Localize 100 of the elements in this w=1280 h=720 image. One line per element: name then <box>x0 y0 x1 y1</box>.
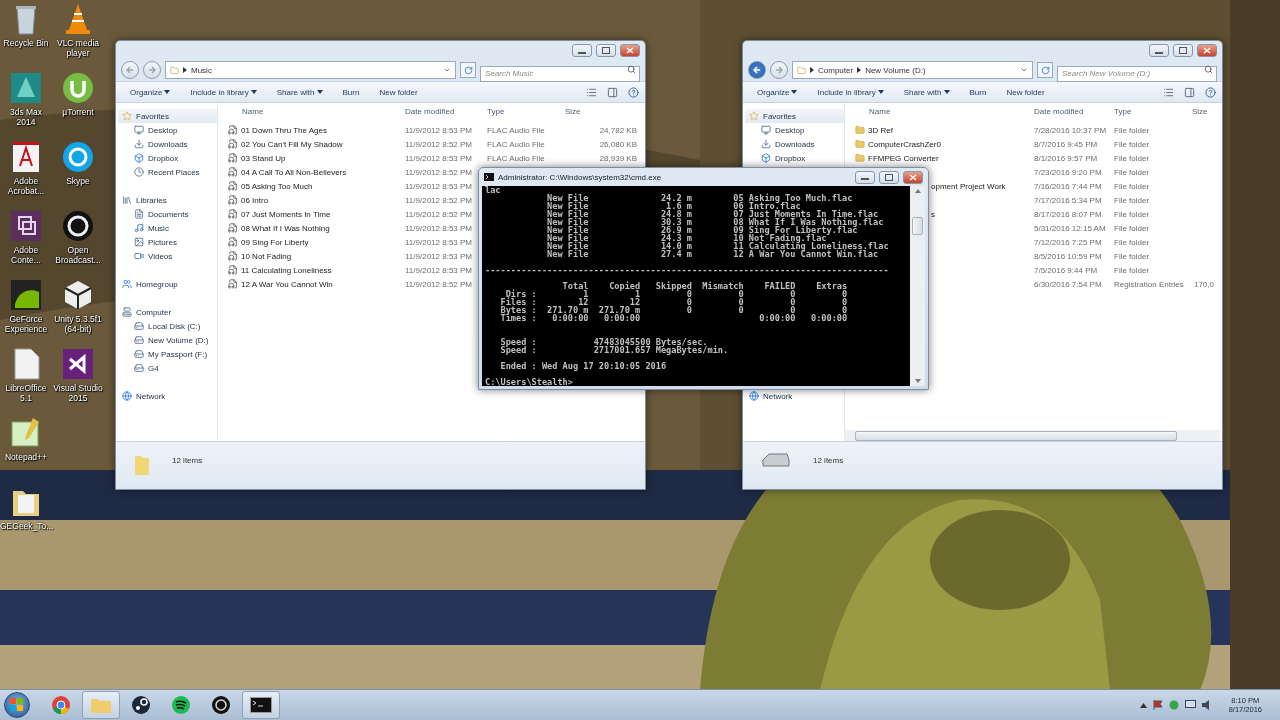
desktop-shortcut[interactable]: Skype <box>52 140 104 209</box>
sidebar-item[interactable]: My Passport (F:) <box>118 347 217 361</box>
file-name[interactable]: 09 Sing For Liberty <box>241 237 309 247</box>
sidebar-item[interactable]: Recent Places <box>118 165 217 179</box>
sidebar-item[interactable]: Music <box>118 221 217 235</box>
file-name[interactable]: opment Project Work <box>931 181 1006 191</box>
file-name[interactable]: 08 What If I Was Nothing <box>241 223 330 233</box>
preview-pane-icon[interactable] <box>607 86 618 98</box>
column-header[interactable]: Name <box>218 106 401 116</box>
sidebar-item[interactable]: New Volume (D:) <box>118 333 217 347</box>
desktop-shortcut[interactable]: Adobe Acrobat... <box>0 140 52 209</box>
desktop-shortcut[interactable]: Visual Studio 2015 <box>52 347 104 416</box>
file-name[interactable]: 10 Not Fading <box>241 251 292 261</box>
column-header[interactable]: Name <box>845 106 1030 116</box>
file-name[interactable]: 05 Asking Too Much <box>241 181 313 191</box>
forward-button[interactable] <box>770 61 788 79</box>
minimize-button[interactable] <box>572 44 592 57</box>
file-name[interactable]: 03 Stand Up <box>241 153 286 163</box>
sidebar-item[interactable]: Dropbox <box>118 151 217 165</box>
back-button[interactable] <box>121 61 139 79</box>
search-field[interactable]: Search Music <box>480 65 640 82</box>
file-name[interactable]: s <box>931 209 935 219</box>
sidebar-item[interactable]: Network <box>118 389 217 403</box>
sidebar-item[interactable]: Homegroup <box>118 277 217 291</box>
breadcrumb-item[interactable]: Music <box>191 65 212 75</box>
maximize-button[interactable] <box>879 170 899 184</box>
desktop-shortcut[interactable]: VLC media player <box>52 2 104 71</box>
toolbar-button[interactable]: Burn <box>961 85 995 99</box>
toolbar-button[interactable]: Share with <box>268 85 331 99</box>
flag-icon[interactable] <box>1152 700 1163 710</box>
file-name[interactable]: ComputerCrashZer0 <box>868 139 941 149</box>
desktop-shortcut[interactable]: LibreOffice 5.1 <box>0 347 52 416</box>
file-name[interactable]: 12 A War You Cannot Win <box>241 279 333 289</box>
sidebar-item[interactable]: Favorites <box>118 109 217 123</box>
maximize-button[interactable] <box>596 44 616 57</box>
help-icon[interactable] <box>1205 86 1216 98</box>
sidebar-item[interactable]: Documents <box>118 207 217 221</box>
sidebar-item[interactable]: Libraries <box>118 193 217 207</box>
column-header[interactable]: Type <box>1110 106 1188 116</box>
vertical-scrollbar[interactable] <box>910 186 925 386</box>
sidebar-item[interactable]: Desktop <box>118 123 217 137</box>
sidebar-item[interactable]: Pictures <box>118 235 217 249</box>
toolbar-button[interactable]: New folder <box>998 85 1053 99</box>
column-header[interactable]: Size <box>1188 106 1222 116</box>
toolbar-button[interactable]: Burn <box>334 85 368 99</box>
minimize-button[interactable] <box>855 170 875 184</box>
column-header[interactable]: Date modified <box>1030 106 1110 116</box>
search-field[interactable]: Search New Volume (D:) <box>1057 65 1217 82</box>
breadcrumb-item[interactable]: New Volume (D:) <box>865 65 926 75</box>
close-button[interactable] <box>903 170 923 184</box>
desktop-shortcut[interactable]: Recycle Bin <box>0 2 52 71</box>
taskbar-app-button[interactable] <box>242 691 280 719</box>
back-button[interactable] <box>748 61 766 79</box>
sidebar-item[interactable]: Desktop <box>745 123 844 137</box>
sidebar-item[interactable]: Favorites <box>745 109 844 123</box>
show-hidden-icons-icon[interactable] <box>1139 702 1147 708</box>
refresh-button[interactable] <box>460 62 476 78</box>
sidebar-item[interactable]: Videos <box>118 249 217 263</box>
sidebar-item[interactable]: Network <box>745 389 844 403</box>
desktop-shortcut[interactable]: Notepad++ <box>0 416 52 485</box>
preview-pane-icon[interactable] <box>1184 86 1195 98</box>
column-header[interactable]: Type <box>483 106 561 116</box>
refresh-button[interactable] <box>1037 62 1053 78</box>
toolbar-button[interactable]: Organize <box>122 85 179 99</box>
toolbar-button[interactable]: Include in library <box>809 85 892 99</box>
close-button[interactable] <box>1197 44 1217 57</box>
breadcrumb-item[interactable]: Computer <box>818 65 854 75</box>
file-name[interactable]: 11 Calculating Loneliness <box>241 265 332 275</box>
column-header[interactable]: Size <box>561 106 645 116</box>
desktop-shortcut[interactable]: GeForce Experience <box>0 278 52 347</box>
desktop-shortcut[interactable]: Open Broadcast... <box>52 209 104 278</box>
sidebar-item[interactable]: Dropbox <box>745 151 844 165</box>
desktop-shortcut[interactable]: 3ds Max 2014 <box>0 71 52 140</box>
scroll-thumb[interactable] <box>912 217 923 235</box>
sidebar-item[interactable]: Downloads <box>745 137 844 151</box>
desktop-shortcut[interactable]: Unity 5.3.5f1 (64-bit) <box>52 278 104 347</box>
file-name[interactable]: 02 You Can't Fill My Shadow <box>241 139 343 149</box>
maximize-button[interactable] <box>1173 44 1193 57</box>
sidebar-item[interactable]: Computer <box>118 305 217 319</box>
column-header[interactable]: Date modified <box>401 106 483 116</box>
scroll-down-icon[interactable] <box>914 379 921 383</box>
sidebar-item[interactable]: Local Disk (C:) <box>118 319 217 333</box>
file-name[interactable]: 06 Intro <box>241 195 269 205</box>
scroll-up-icon[interactable] <box>914 189 921 193</box>
forward-button[interactable] <box>143 61 161 79</box>
file-name[interactable]: 07 Just Moments In Time <box>241 209 331 219</box>
view-options-icon[interactable] <box>586 86 597 98</box>
view-options-icon[interactable] <box>1163 86 1174 98</box>
toolbar-button[interactable]: Organize <box>749 85 806 99</box>
close-button[interactable] <box>620 44 640 57</box>
toolbar-button[interactable]: Share with <box>895 85 958 99</box>
sidebar-item[interactable]: Downloads <box>118 137 217 151</box>
minimize-button[interactable] <box>1149 44 1169 57</box>
help-icon[interactable] <box>628 86 639 98</box>
file-name[interactable]: 01 Down Thru The Ages <box>241 125 327 135</box>
desktop-shortcut[interactable]: µTorrent <box>52 71 104 140</box>
file-name[interactable]: 04 A Call To All Non-Believers <box>241 167 347 177</box>
address-bar[interactable]: Computer New Volume (D:) <box>792 61 1033 79</box>
toolbar-button[interactable]: Include in library <box>182 85 265 99</box>
start-button[interactable] <box>4 692 30 718</box>
